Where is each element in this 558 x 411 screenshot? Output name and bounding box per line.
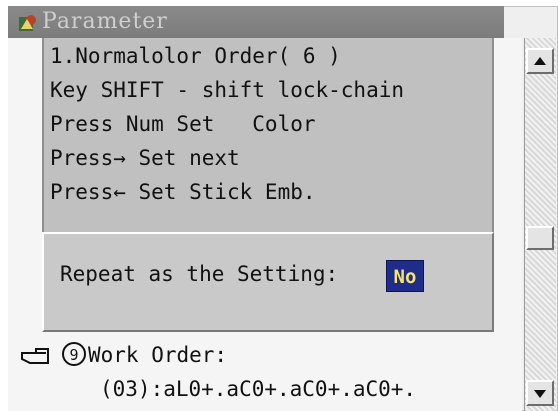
title-bar[interactable]: Parameter [8, 6, 504, 38]
scroll-thumb[interactable] [526, 226, 554, 250]
arrow-up-icon [534, 57, 546, 65]
app-icon [19, 15, 36, 31]
menu-line-num-set: Press Num Set Color [50, 112, 316, 136]
menu-line-next: Press→ Set next [50, 146, 240, 170]
menu-line-stick-emb: Press← Set Stick Emb. [50, 180, 316, 204]
work-order-value: (03):aL0+.aC0+.aC0+.aC0+. [100, 377, 417, 401]
repeat-setting-dialog: Repeat as the Setting: No [42, 232, 494, 332]
window-title: Parameter [42, 9, 168, 34]
scroll-down-button[interactable] [526, 380, 554, 406]
scroll-up-button[interactable] [526, 48, 554, 74]
arrow-down-icon [534, 390, 546, 398]
work-order-label: Work Order: [88, 343, 228, 367]
work-order-number: 9 [62, 342, 86, 366]
pointing-hand-icon [21, 348, 49, 364]
menu-line-order: 1.Normalolor Order( 6 ) [50, 44, 341, 68]
repeat-setting-label: Repeat as the Setting: [60, 262, 339, 286]
repeat-setting-value[interactable]: No [386, 260, 424, 292]
vertical-scrollbar[interactable] [524, 38, 556, 411]
menu-line-shift: Key SHIFT - shift lock-chain [50, 78, 405, 102]
